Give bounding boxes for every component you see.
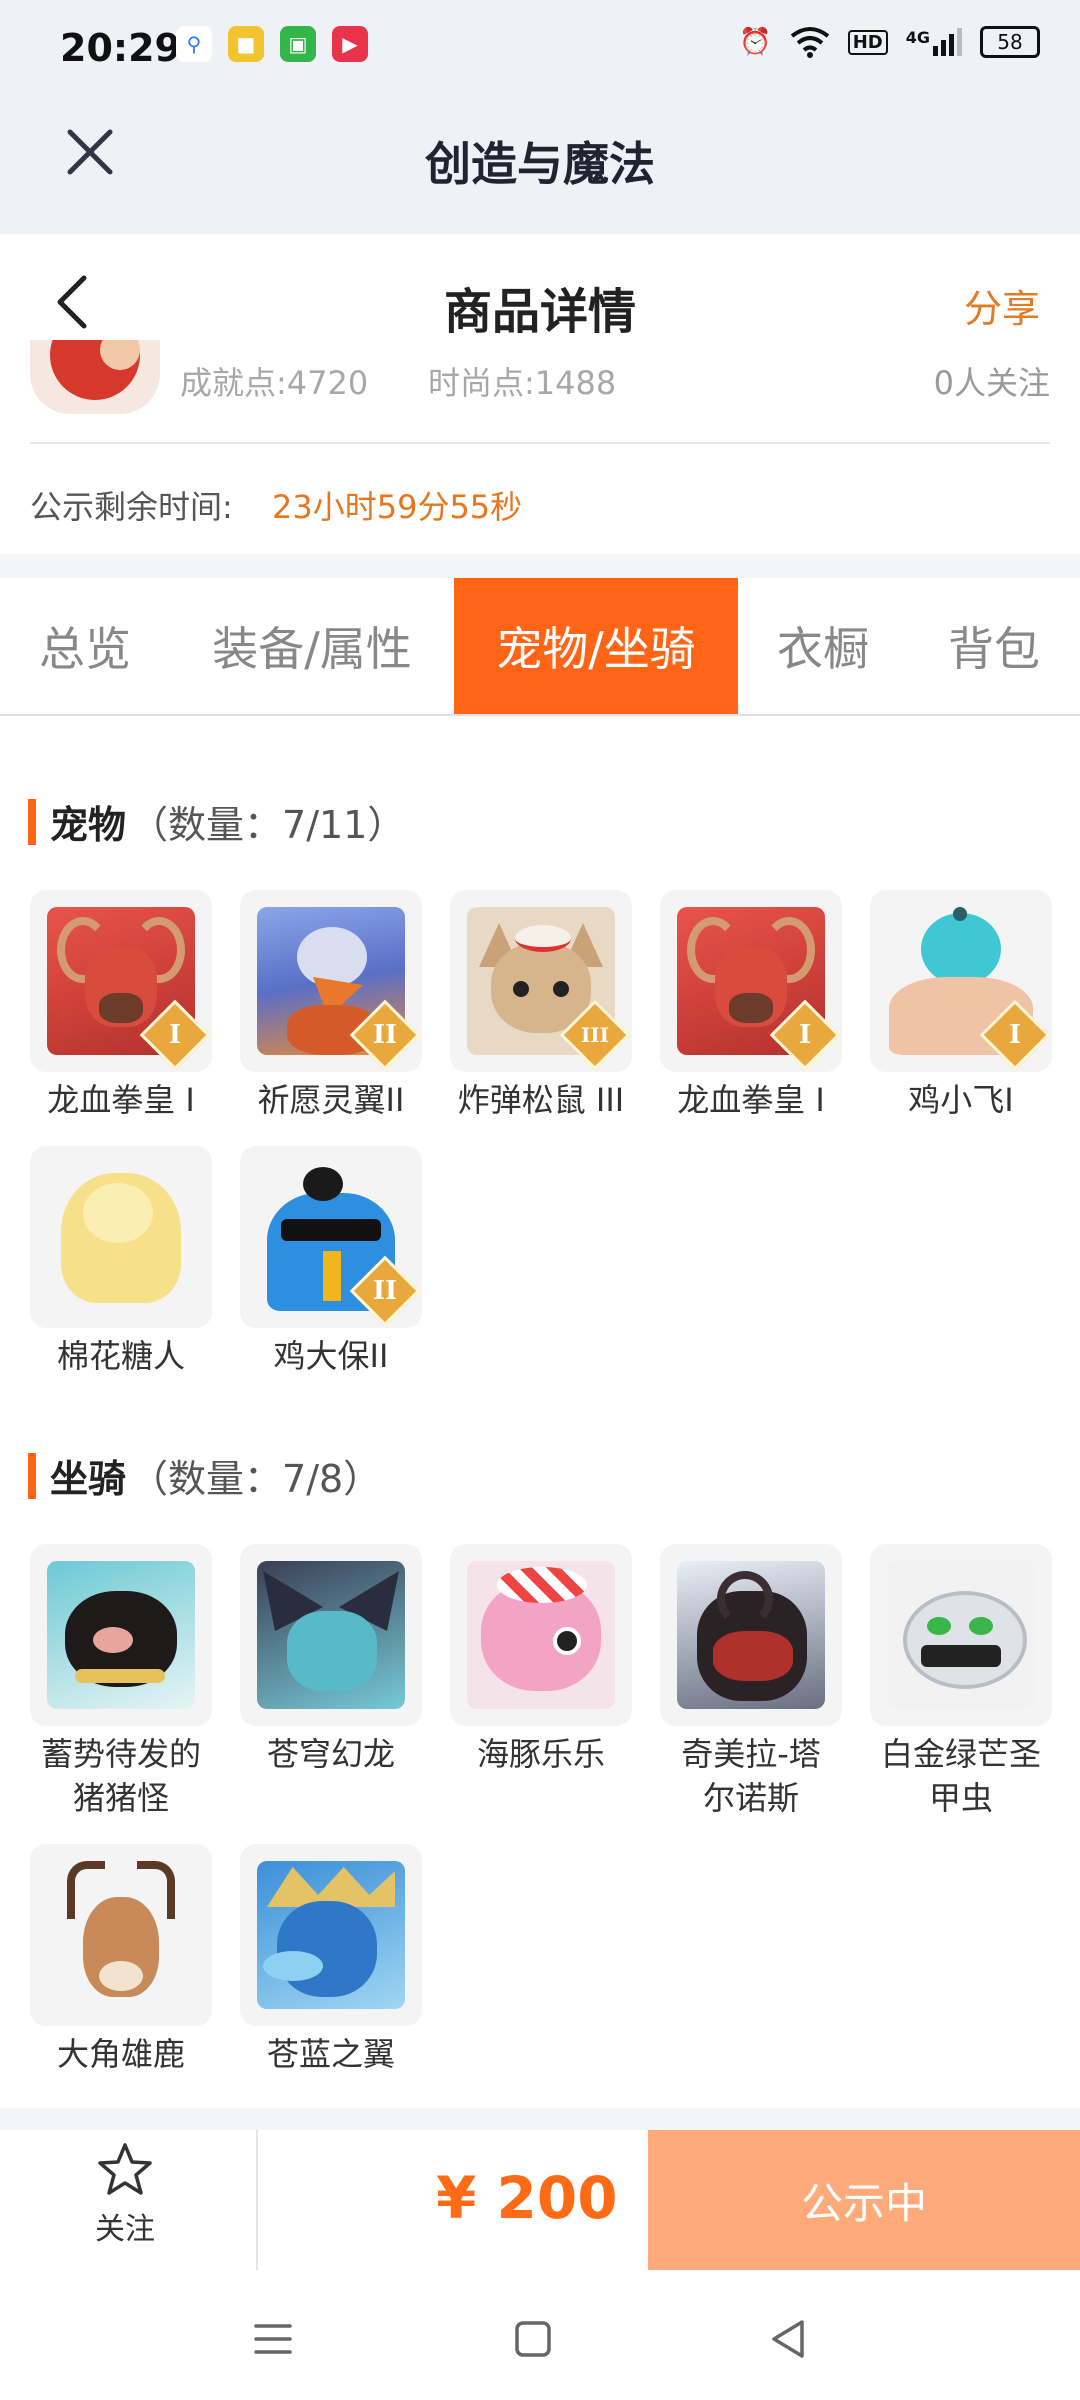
pet-item[interactable]: I 龙血拳皇 I (660, 890, 842, 1122)
pet-name: 炸弹松鼠 III (457, 1081, 625, 1119)
share-button[interactable]: 分享 (964, 278, 1040, 333)
divider (256, 2130, 258, 2270)
tab-equipment[interactable]: 装备/属性 (170, 578, 454, 714)
mount-thumbnail (660, 1544, 842, 1726)
pet-thumbnail: II (240, 890, 422, 1072)
mount-name: 苍穹幻龙 (266, 1735, 395, 1773)
system-status: ⏰ HD 4G 58 (739, 26, 1040, 58)
mount-item[interactable]: 苍蓝之翼 (240, 1844, 422, 2076)
pets-count: （数量：7/11） (130, 803, 406, 847)
pet-thumbnail: I (870, 890, 1052, 1072)
pet-item[interactable]: 棉花糖人 (30, 1146, 212, 1378)
status-time: 20:29 (60, 26, 181, 70)
mount-thumbnail (240, 1544, 422, 1726)
pets-title: 宠物 (50, 803, 127, 847)
pet-item[interactable]: III 炸弹松鼠 III (450, 890, 632, 1122)
mount-name: 苍蓝之翼 (266, 2035, 395, 2073)
mount-thumbnail (450, 1544, 632, 1726)
search-app-icon: ⚲ (176, 26, 212, 62)
pet-item[interactable]: II 祈愿灵翼II (240, 890, 422, 1122)
section-marker (28, 798, 36, 845)
pet-name: 龙血拳皇 I (677, 1081, 825, 1119)
fashion-points: 时尚点:1488 (428, 364, 617, 402)
mount-thumbnail (30, 1544, 212, 1726)
mount-art (47, 1861, 195, 2009)
follow-label: 关注 (95, 2212, 155, 2247)
mount-item[interactable]: 奇美拉-塔 尔诺斯 (660, 1544, 842, 1820)
mount-item[interactable]: 蓄势待发的 猪猪怪 (30, 1544, 212, 1820)
mount-art (677, 1561, 825, 1709)
mounts-title: 坐骑 (50, 1457, 127, 1501)
divider (30, 442, 1050, 444)
battery-icon: 58 (980, 26, 1040, 58)
mount-art (257, 1861, 405, 2009)
tab-pets-mounts[interactable]: 宠物/坐骑 (454, 578, 738, 714)
followers-count: 0人关注 (933, 364, 1050, 402)
mount-art (887, 1561, 1035, 1709)
pet-item[interactable]: I 龙血拳皇 I (30, 890, 212, 1122)
mount-name: 蓄势待发的 猪猪怪 (40, 1735, 201, 1817)
pet-thumbnail: II (240, 1146, 422, 1328)
tab-wardrobe[interactable]: 衣橱 (738, 578, 908, 714)
mounts-count: （数量：7/8） (130, 1457, 382, 1501)
mount-art (467, 1561, 615, 1709)
mount-art (257, 1561, 405, 1709)
notification-icons: ⚲ ■ ▣ ▶ (176, 26, 368, 62)
pet-thumbnail (30, 1146, 212, 1328)
pet-name: 鸡大保II (273, 1337, 389, 1375)
tab-bar: 总览 装备/属性 宠物/坐骑 衣橱 背包 (0, 578, 1080, 716)
page-title: 商品详情 (443, 284, 636, 340)
pet-art (47, 1163, 195, 1311)
seller-avatar (30, 340, 160, 414)
follow-button[interactable]: 关注 (60, 2140, 190, 2260)
remaining-time-label: 公示剩余时间: (30, 488, 233, 526)
pet-item[interactable]: II 鸡大保II (240, 1146, 422, 1378)
star-icon (98, 2143, 152, 2195)
mount-item[interactable]: 苍穹幻龙 (240, 1544, 422, 1776)
home-icon[interactable] (508, 2314, 558, 2364)
mount-item[interactable]: 白金绿芒圣 甲虫 (870, 1544, 1052, 1820)
publicity-status-button[interactable]: 公示中 (648, 2130, 1080, 2270)
pet-name: 棉花糖人 (56, 1337, 185, 1375)
section-marker (28, 1452, 36, 1499)
menu-icon[interactable] (248, 2314, 298, 2364)
video-app-icon: ▶ (332, 26, 368, 62)
alarm-icon: ⏰ (739, 27, 772, 57)
pet-item[interactable]: I 鸡小飞I (870, 890, 1052, 1122)
back-icon[interactable] (764, 2314, 814, 2364)
mounts-section-title: 坐骑 （数量：7/8） (28, 1448, 381, 1503)
price: ¥ 200 (436, 2164, 618, 2232)
pet-name: 祈愿灵翼II (257, 1081, 405, 1119)
mount-item[interactable]: 海豚乐乐 (450, 1544, 632, 1776)
tab-backpack[interactable]: 背包 (908, 578, 1080, 714)
mount-thumbnail (240, 1844, 422, 2026)
hd-icon: HD (847, 29, 888, 55)
mount-item[interactable]: 大角雄鹿 (30, 1844, 212, 2076)
remaining-time-value: 23小时59分55秒 (272, 488, 523, 526)
pet-thumbnail: I (660, 890, 842, 1072)
mount-art (47, 1561, 195, 1709)
section-gap (0, 554, 1080, 578)
mount-name: 奇美拉-塔 尔诺斯 (681, 1735, 821, 1817)
section-gap (0, 2108, 1080, 2130)
signal-icon: 4G (906, 28, 962, 56)
achievement-points: 成就点:4720 (180, 364, 369, 402)
network-type: 4G (905, 28, 930, 47)
pet-name: 龙血拳皇 I (47, 1081, 195, 1119)
mount-thumbnail (870, 1544, 1052, 1726)
app-title: 创造与魔法 (425, 137, 655, 191)
wifi-icon (790, 27, 829, 58)
pets-section-title: 宠物 （数量：7/11） (28, 794, 405, 849)
notes-app-icon: ■ (228, 26, 264, 62)
mount-thumbnail (30, 1844, 212, 2026)
mount-name: 白金绿芒圣 甲虫 (880, 1735, 1041, 1817)
battery-level: 58 (997, 30, 1023, 54)
market-app-icon: ▣ (280, 26, 316, 62)
mount-name: 大角雄鹿 (56, 2035, 185, 2073)
mount-name: 海豚乐乐 (476, 1735, 605, 1773)
tab-overview[interactable]: 总览 (0, 578, 170, 714)
pet-thumbnail: III (450, 890, 632, 1072)
pet-thumbnail: I (30, 890, 212, 1072)
pet-name: 鸡小飞I (908, 1081, 1014, 1119)
